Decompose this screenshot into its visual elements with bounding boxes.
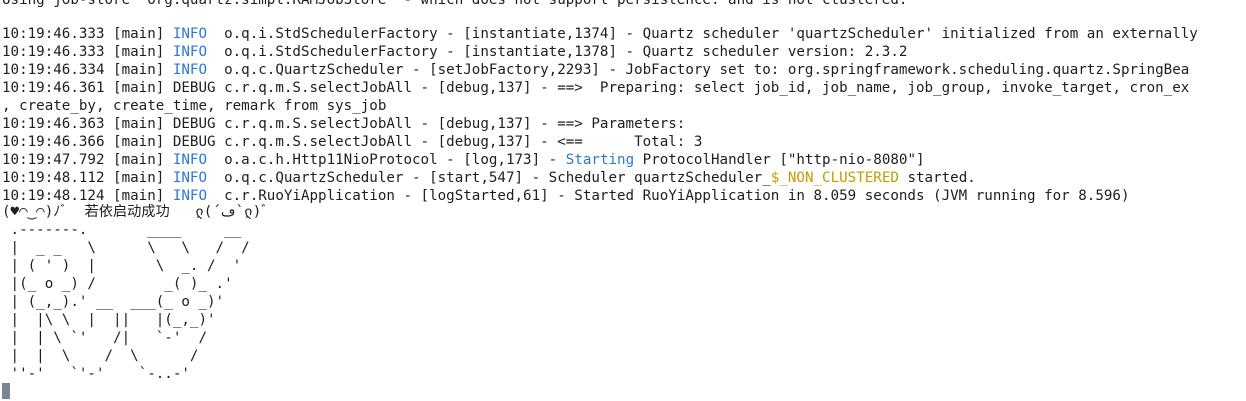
log-thread: [main]: [113, 44, 173, 60]
ascii-logo-line: | | \ `' /| `-' /: [2, 330, 207, 346]
log-line: 10:19:47.792 [main] INFO o.a.c.h.Http11N…: [2, 151, 925, 169]
log-timestamp: 10:19:47.792: [2, 152, 114, 168]
log-highlight: Starting: [565, 152, 635, 168]
log-timestamp: 10:19:46.334: [2, 62, 114, 78]
log-thread: [main]: [113, 116, 173, 132]
log-level: INFO: [172, 152, 216, 168]
log-line: 10:19:46.366 [main] DEBUG c.r.q.m.S.sele…: [2, 133, 702, 151]
log-line: 10:19:46.333 [main] INFO o.q.i.StdSchedu…: [2, 25, 1198, 43]
ascii-logo-line: | ( ' ) | \ _. / ': [2, 258, 242, 274]
log-highlight: $_NON_CLUSTERED: [770, 170, 899, 186]
log-message: c.r.q.m.S.selectJobAll - [debug,137] - <…: [215, 134, 703, 150]
log-message-tail: started.: [898, 170, 976, 186]
ascii-logo-line: | (_,_).' __ ___(_ o _)': [2, 294, 225, 310]
log-timestamp: 10:19:46.363: [2, 116, 114, 132]
log-level: DEBUG: [172, 80, 216, 96]
log-level: DEBUG: [172, 116, 216, 132]
log-message: c.r.q.m.S.selectJobAll - [debug,137] - =…: [215, 116, 694, 132]
log-thread: [main]: [113, 26, 173, 42]
terminal-cursor[interactable]: [2, 383, 10, 399]
ascii-logo-line: |(_ o _) / _( )_ .': [2, 276, 233, 292]
log-timestamp: 10:19:46.361: [2, 80, 114, 96]
log-line: 10:19:46.333 [main] INFO o.q.i.StdSchedu…: [2, 43, 907, 61]
ascii-logo: .-------. ____ __ | _ _ \ \ \ / / | ( ' …: [2, 221, 250, 383]
terminal-window[interactable]: Using job-store 'org.quartz.simpl.RAMJob…: [0, 0, 1246, 401]
log-message: o.q.i.StdSchedulerFactory - [instantiate…: [215, 26, 1198, 42]
log-message-tail: ProtocolHandler ["http-nio-8080"]: [634, 152, 925, 168]
log-message: o.q.c.QuartzScheduler - [start,547] - Sc…: [215, 170, 771, 186]
log-line: 10:19:46.334 [main] INFO o.q.c.QuartzSch…: [2, 61, 1189, 79]
log-level: INFO: [172, 188, 216, 204]
log-message: o.q.i.StdSchedulerFactory - [instantiate…: [215, 44, 908, 60]
log-level: INFO: [172, 170, 216, 186]
ascii-logo-line: | |\ \ | || |(_,_)': [2, 312, 216, 328]
log-line: 10:19:46.363 [main] DEBUG c.r.q.m.S.sele…: [2, 115, 694, 133]
log-timestamp: 10:19:46.333: [2, 26, 114, 42]
ascii-logo-line: | | \ / \ /: [2, 348, 199, 364]
log-thread: [main]: [113, 170, 173, 186]
log-thread: [main]: [113, 134, 173, 150]
ascii-logo-line: | _ _ \ \ \ / /: [2, 240, 250, 256]
log-thread: [main]: [113, 152, 173, 168]
log-level: INFO: [172, 62, 216, 78]
log-timestamp: 10:19:46.333: [2, 44, 114, 60]
log-line-partial: Using job-store 'org.quartz.simpl.RAMJob…: [2, 0, 908, 8]
log-message: c.r.q.m.S.selectJobAll - [debug,137] - =…: [215, 80, 1190, 96]
log-line: 10:19:48.112 [main] INFO o.q.c.QuartzSch…: [2, 169, 976, 187]
log-message: o.a.c.h.Http11NioProtocol - [log,173] -: [215, 152, 566, 168]
log-message: o.q.c.QuartzScheduler - [setJobFactory,2…: [215, 62, 1190, 78]
log-level: INFO: [172, 44, 216, 60]
log-message: , create_by, create_time, remark from sy…: [2, 98, 387, 114]
log-thread: [main]: [113, 62, 173, 78]
ascii-logo-line: .-------. ____ __: [2, 222, 242, 238]
log-message: c.r.RuoYiApplication - [logStarted,61] -…: [215, 188, 1130, 204]
log-thread: [main]: [113, 80, 173, 96]
ascii-logo-line: ''-' `'-' `-..-': [2, 366, 190, 382]
log-level: INFO: [172, 26, 216, 42]
log-line: 10:19:46.361 [main] DEBUG c.r.q.m.S.sele…: [2, 79, 1189, 97]
log-timestamp: 10:19:46.366: [2, 134, 114, 150]
log-thread: [main]: [113, 188, 173, 204]
log-timestamp: 10:19:48.124: [2, 188, 114, 204]
log-timestamp: 10:19:48.112: [2, 170, 114, 186]
success-banner: (♥◠‿◠)ﾉﾞ 若依启动成功 ლ(´ڡ`ლ)ﾞ: [2, 204, 269, 220]
log-line: , create_by, create_time, remark from sy…: [2, 97, 386, 115]
log-level: DEBUG: [172, 134, 216, 150]
